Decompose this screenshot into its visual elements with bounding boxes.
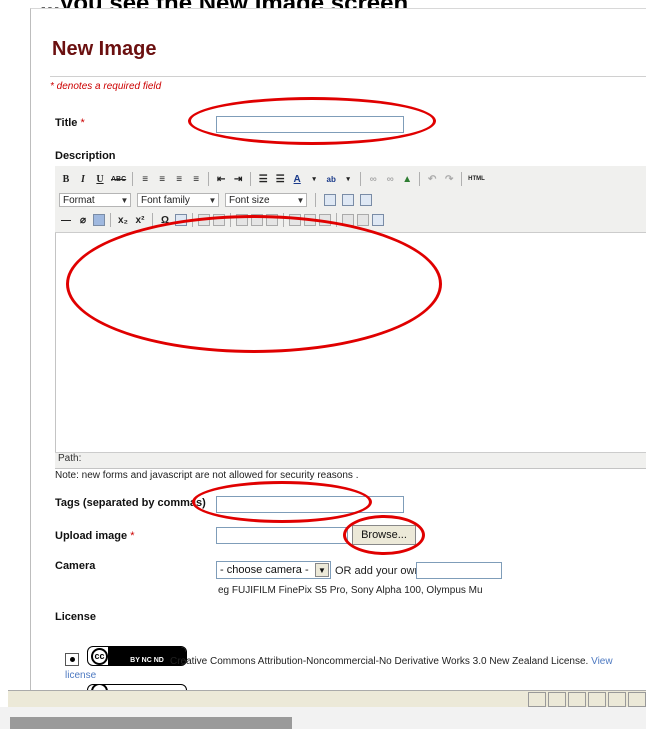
license-radio[interactable] (65, 653, 79, 666)
status-segment (628, 692, 646, 707)
toolbar-separator (208, 172, 210, 186)
upload-file-path[interactable] (216, 527, 348, 544)
strikethrough-button[interactable]: ABC (110, 172, 127, 186)
upload-label: Upload image * (55, 530, 134, 542)
table-icon[interactable] (93, 214, 105, 226)
paste-icon[interactable] (324, 194, 336, 206)
html-source-button[interactable]: HTML (467, 172, 486, 186)
toolbar-separator (315, 193, 316, 207)
dropdown-arrow-icon[interactable]: ▾ (341, 172, 355, 186)
toolbar-separator (461, 172, 463, 186)
align-center-icon[interactable]: ≡ (155, 172, 169, 186)
numbered-list-icon[interactable]: ☰ (273, 172, 287, 186)
annotation-oval-description (66, 215, 442, 353)
path-label: Path: (58, 453, 82, 464)
annotation-oval-browse (343, 515, 425, 555)
required-star: * (80, 117, 85, 129)
license-option-text: Creative Commons Attribution-Noncommerci… (170, 656, 589, 667)
toolbar-separator (110, 213, 111, 227)
status-text-area (8, 691, 526, 708)
align-left-icon[interactable]: ≡ (138, 172, 152, 186)
dropdown-arrow-icon[interactable]: ▾ (307, 172, 321, 186)
toolbar-separator (250, 172, 252, 186)
security-note: Note: new forms and javascript are not a… (55, 470, 359, 481)
link-icon[interactable]: ∞ (366, 172, 380, 186)
title-divider (50, 76, 646, 77)
license-label: License (55, 611, 96, 623)
license-link[interactable]: license (65, 670, 96, 681)
paste-text-icon[interactable] (360, 194, 372, 206)
editor-toolbar: B I U ABC ≡ ≡ ≡ ≡ ⇤ ⇥ ☰ ☰ A ▾ ab ▾ ∞ ∞ ▲… (55, 166, 646, 233)
status-segment (568, 692, 586, 707)
font-size-select[interactable]: Font size ▼ (225, 193, 307, 207)
status-segment (548, 692, 566, 707)
camera-custom-input[interactable] (416, 562, 502, 579)
status-segment (588, 692, 606, 707)
required-star: * (130, 530, 135, 542)
radio-selected-dot (69, 657, 75, 662)
eraser-icon[interactable]: ⌀ (76, 213, 90, 227)
toolbar-separator (132, 172, 134, 186)
tags-label: Tags (separated by commas) (55, 497, 206, 509)
superscript-icon[interactable]: x² (133, 213, 147, 227)
unlink-icon[interactable]: ∞ (383, 172, 397, 186)
license-text: Creative Commons Attribution-Noncommerci… (170, 656, 613, 667)
annotation-oval-tags (192, 481, 372, 523)
required-field-note: * denotes a required field (50, 81, 162, 92)
text-color-icon[interactable]: A (290, 172, 304, 186)
annotation-oval-title (188, 97, 436, 145)
cc-logo-icon: cc (91, 647, 108, 665)
redo-icon[interactable]: ↷ (442, 172, 456, 186)
camera-select[interactable]: - choose camera - ▼ (216, 561, 331, 579)
bold-button[interactable]: B (59, 172, 73, 186)
upload-label-text: Upload image (55, 530, 128, 542)
subscript-icon[interactable]: x₂ (116, 213, 130, 227)
editor-path-bar: Path: (55, 452, 646, 468)
camera-label: Camera (55, 560, 96, 572)
page-title: New Image (52, 38, 157, 60)
chevron-down-icon: ▼ (296, 195, 305, 205)
font-size-select-value: Font size (229, 194, 270, 206)
merge-cells-icon[interactable] (357, 214, 369, 226)
align-right-icon[interactable]: ≡ (172, 172, 186, 186)
title-label-text: Title (55, 117, 78, 129)
highlight-color-icon[interactable]: ab (324, 172, 338, 186)
chevron-down-icon: ▼ (208, 195, 217, 205)
camera-or-text: OR add your own (335, 565, 421, 577)
indent-icon[interactable]: ⇥ (231, 172, 245, 186)
paste-word-icon[interactable] (342, 194, 354, 206)
description-label: Description (55, 150, 116, 162)
view-license-link[interactable]: View (591, 656, 613, 667)
undo-icon[interactable]: ↶ (425, 172, 439, 186)
status-segment (608, 692, 626, 707)
fullscreen-icon[interactable] (372, 214, 384, 226)
status-segment (528, 692, 546, 707)
title-label: Title * (55, 117, 85, 129)
toolbar-separator (419, 172, 421, 186)
bullet-list-icon[interactable]: ☰ (256, 172, 270, 186)
horizontal-rule-icon[interactable]: — (59, 213, 73, 227)
toolbar-separator (360, 172, 362, 186)
outdent-icon[interactable]: ⇤ (214, 172, 228, 186)
font-family-select-value: Font family (141, 194, 190, 206)
format-select[interactable]: Format ▼ (59, 193, 131, 207)
camera-example-text: eg FUJIFILM FinePix S5 Pro, Sony Alpha 1… (218, 585, 483, 596)
align-justify-icon[interactable]: ≡ (189, 172, 203, 186)
italic-button[interactable]: I (76, 172, 90, 186)
underline-button[interactable]: U (93, 172, 107, 186)
font-family-select[interactable]: Font family ▼ (137, 193, 219, 207)
chevron-down-icon: ▼ (315, 563, 329, 577)
format-select-value: Format (63, 194, 95, 206)
chevron-down-icon: ▼ (120, 195, 129, 205)
camera-select-value: - choose camera - (220, 564, 309, 576)
insert-image-icon[interactable]: ▲ (400, 172, 414, 186)
status-bar (8, 690, 646, 708)
scrollbar-thumb[interactable] (10, 717, 292, 729)
